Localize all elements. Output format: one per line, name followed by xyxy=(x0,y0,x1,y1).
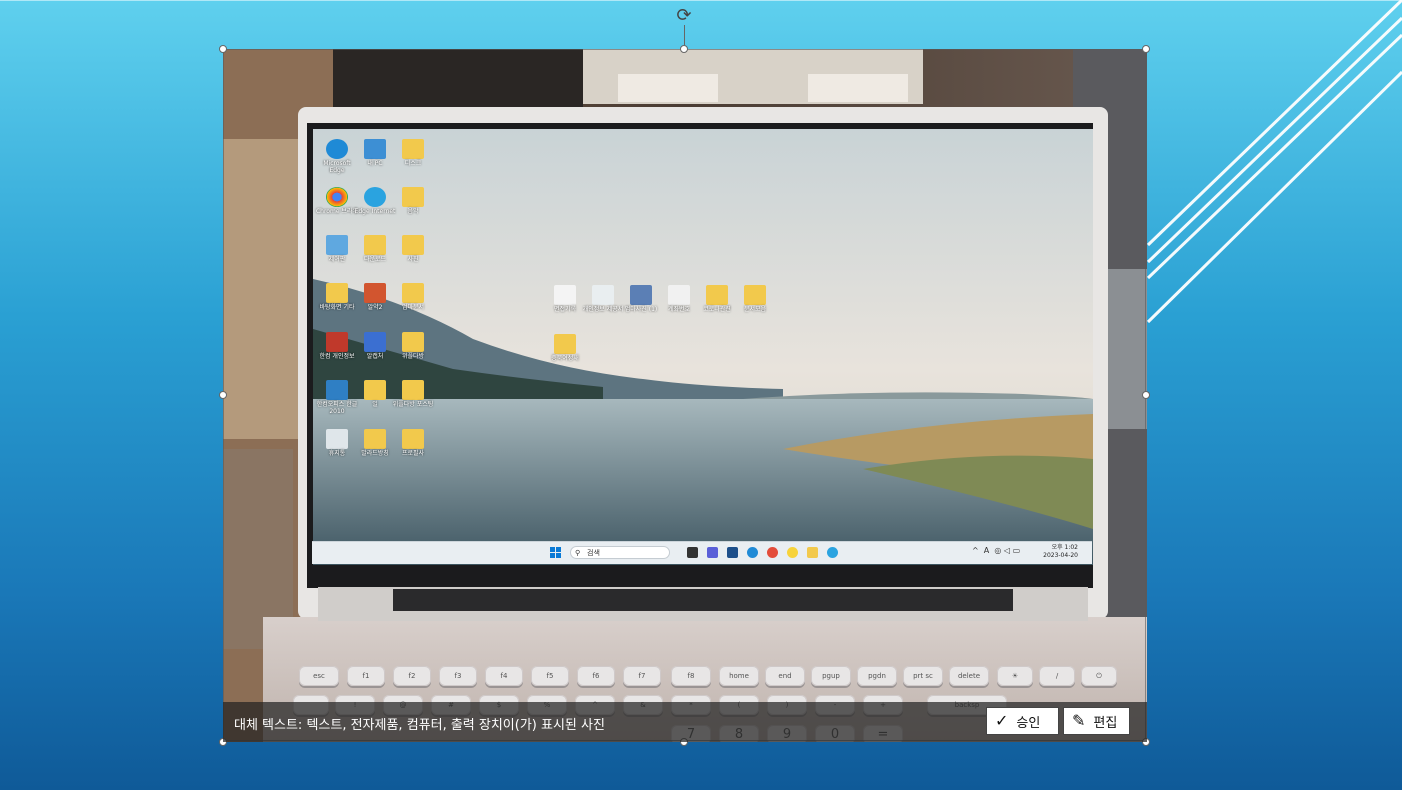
desktop-icon[interactable]: 프로필사 xyxy=(391,429,435,457)
folder-icon xyxy=(364,380,386,400)
approve-alt-text-button[interactable]: ✓ 승인 xyxy=(986,707,1059,735)
folder-icon xyxy=(364,429,386,449)
edge-icon[interactable] xyxy=(827,547,838,558)
folder-icon xyxy=(402,187,424,207)
desktop-icon[interactable]: 엄마문서 xyxy=(391,283,435,311)
doc-icon xyxy=(592,285,614,305)
windows-taskbar: ⚲ 검색 ^ A ◎ ◁ ▭ 오후 1:02 2023-04-20 xyxy=(312,541,1092,564)
system-tray[interactable]: ^ A ◎ ◁ ▭ xyxy=(972,546,1020,555)
alt-text-bar: 대체 텍스트: 텍스트, 전자제품, 컴퓨터, 출력 장치이(가) 표시된 사진… xyxy=(223,702,1147,742)
windows-start-icon[interactable] xyxy=(550,547,562,559)
edge-icon xyxy=(326,139,348,159)
keyboard-key: ☀ xyxy=(997,666,1033,686)
keyboard-key: f7 xyxy=(623,666,661,686)
folder-icon xyxy=(744,285,766,305)
folder-icon xyxy=(326,283,348,303)
desktop-icon[interactable]: 충북여성새 xyxy=(543,334,587,362)
folder-icon xyxy=(706,285,728,305)
keyboard-key: f3 xyxy=(439,666,477,686)
keyboard-key: f6 xyxy=(577,666,615,686)
keyboard-key: end xyxy=(765,666,805,686)
desktop-icon[interactable]: 음악 xyxy=(391,187,435,215)
rotate-icon[interactable]: ⟳ xyxy=(673,5,695,27)
keyboard-key: esc xyxy=(299,666,339,686)
pc-icon xyxy=(364,139,386,159)
keyboard-key: f2 xyxy=(393,666,431,686)
taskbar-search-input[interactable]: ⚲ 검색 xyxy=(570,546,670,559)
recycle-icon xyxy=(326,429,348,449)
battery-icon[interactable]: ▭ xyxy=(1013,546,1021,555)
checkmark-icon: ✓ xyxy=(995,711,1009,730)
keyboard-key: f4 xyxy=(485,666,523,686)
folder-icon xyxy=(402,380,424,400)
chrome-icon xyxy=(326,187,348,207)
doc-icon xyxy=(668,285,690,305)
keyboard-key: home xyxy=(719,666,759,686)
hwp-icon xyxy=(326,380,348,400)
pencil-icon: ✎ xyxy=(1072,711,1086,730)
keyboard-key: f5 xyxy=(531,666,569,686)
keyboard-key: f1 xyxy=(347,666,385,686)
keyboard-key: ⏻ xyxy=(1081,666,1117,686)
doc-icon xyxy=(554,285,576,305)
keyboard-key: pgdn xyxy=(857,666,897,686)
kakaotalk-icon[interactable] xyxy=(787,547,798,558)
app-icon xyxy=(364,332,386,352)
folder-icon xyxy=(402,139,424,159)
folder-icon xyxy=(364,235,386,255)
file-explorer-icon[interactable] xyxy=(807,547,818,558)
task-view-icon[interactable] xyxy=(687,547,698,558)
chevron-up-icon[interactable]: ^ xyxy=(972,546,979,555)
desktop-icon[interactable]: 디스크 xyxy=(391,139,435,167)
keyboard-key: prt sc xyxy=(903,666,943,686)
desktop-icon[interactable]: 사진 xyxy=(391,235,435,263)
alt-text-label[interactable]: 대체 텍스트: 텍스트, 전자제품, 컴퓨터, 출력 장치이(가) 표시된 사진 xyxy=(234,714,605,733)
pdf-icon xyxy=(326,332,348,352)
resize-handle-right[interactable] xyxy=(1142,391,1150,399)
search-icon: ⚲ xyxy=(575,549,581,557)
edit-alt-text-button[interactable]: ✎ 편집 xyxy=(1063,707,1130,735)
inserted-photo[interactable]: Microsoft Edge 내 PC 디스크 Chrome 브라우 Edge … xyxy=(223,49,1147,742)
keyboard-key: pgup xyxy=(811,666,851,686)
resize-handle-left[interactable] xyxy=(219,391,227,399)
store-icon[interactable] xyxy=(727,547,738,558)
edge-icon[interactable] xyxy=(747,547,758,558)
folder-icon xyxy=(402,283,424,303)
keyboard-key: delete xyxy=(949,666,989,686)
photo-icon xyxy=(630,285,652,305)
resize-handle-top[interactable] xyxy=(680,45,688,53)
folder-icon xyxy=(402,429,424,449)
desktop-icon[interactable]: 위플다방 xyxy=(391,332,435,360)
taskbar-clock[interactable]: 오후 1:02 2023-04-20 xyxy=(1043,544,1078,560)
chrome-icon[interactable] xyxy=(767,547,778,558)
desktop-icon[interactable]: 문서모음 xyxy=(733,285,777,313)
folder-icon xyxy=(402,235,424,255)
edge-icon xyxy=(364,187,386,207)
resize-handle-top-right[interactable] xyxy=(1142,45,1150,53)
folder-icon xyxy=(554,334,576,354)
keyboard-key: / xyxy=(1039,666,1075,686)
app-icon xyxy=(364,283,386,303)
ime-indicator[interactable]: A xyxy=(984,546,989,555)
desktop-icon[interactable]: 위플다방 포스팅 xyxy=(391,380,435,408)
folder-icon xyxy=(402,332,424,352)
volume-icon[interactable]: ◁ xyxy=(1004,546,1010,555)
network-icon[interactable]: ◎ xyxy=(994,546,1001,555)
chat-icon[interactable] xyxy=(707,547,718,558)
control-icon xyxy=(326,235,348,255)
resize-handle-top-left[interactable] xyxy=(219,45,227,53)
keyboard-key: f8 xyxy=(671,666,711,686)
rotation-handle-stem xyxy=(684,25,685,45)
